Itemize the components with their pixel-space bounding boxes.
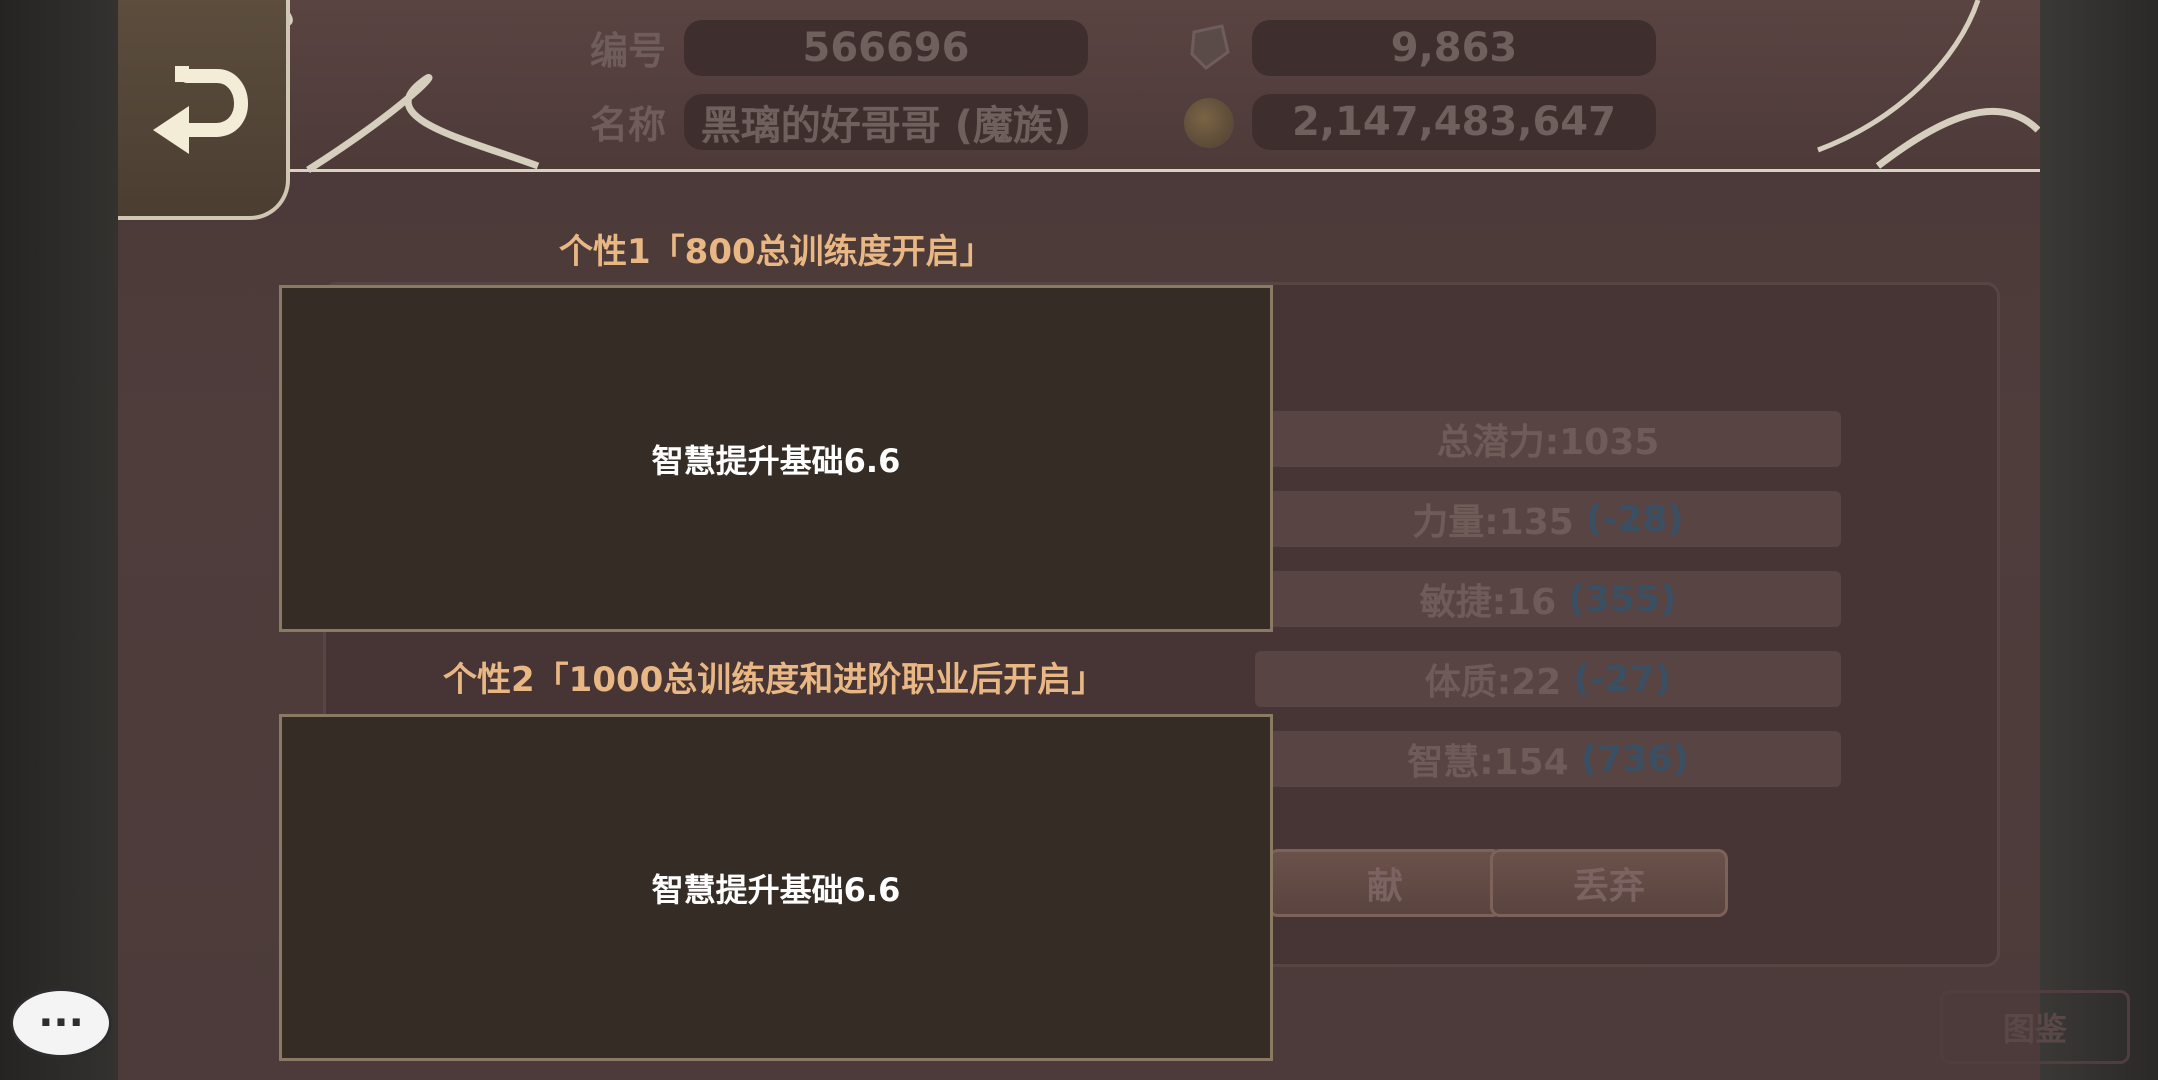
trait-2-text: 智慧提升基础6.6 bbox=[651, 870, 901, 909]
back-arrow-icon bbox=[153, 66, 248, 154]
donate-button[interactable]: 献 bbox=[1268, 849, 1502, 917]
trait-2-title: 个性2「1000总训练度和进阶职业后开启」 bbox=[443, 660, 1106, 700]
chat-bubble-icon[interactable]: ··· bbox=[10, 988, 112, 1058]
stat-strength: 力量:135 (-28) bbox=[1255, 491, 1841, 547]
stat-wisdom: 智慧:154 (736) bbox=[1255, 731, 1841, 787]
trait-1-title: 个性1「800总训练度开启」 bbox=[559, 232, 994, 272]
chat-dots: ··· bbox=[38, 1000, 84, 1046]
gold-value: 2,147,483,647 bbox=[1252, 94, 1656, 150]
stat-agility: 敏捷:16 (355) bbox=[1255, 571, 1841, 627]
name-value: 黑璃的好哥哥 (魔族) bbox=[684, 94, 1088, 150]
stat-constitution: 体质:22 (-27) bbox=[1255, 651, 1841, 707]
trait-2-box: 智慧提升基础6.6 bbox=[279, 714, 1273, 1061]
id-label: 编号 bbox=[590, 29, 667, 73]
trait-1-text: 智慧提升基础6.6 bbox=[651, 441, 901, 480]
codex-button[interactable]: 图鉴 bbox=[1940, 990, 2130, 1064]
background-right bbox=[2040, 0, 2158, 1080]
background-left bbox=[0, 0, 118, 1080]
gold-coin-icon bbox=[1184, 98, 1234, 148]
header-bar: 编号 566696 名称 黑璃的好哥哥 (魔族) 9,863 2,147,483… bbox=[118, 0, 2040, 173]
game-screen: 编号 566696 名称 黑璃的好哥哥 (魔族) 9,863 2,147,483… bbox=[0, 0, 2158, 1080]
stat-total-potential: 总潜力:1035 bbox=[1255, 411, 1841, 467]
gem-value: 9,863 bbox=[1252, 20, 1656, 76]
id-value: 566696 bbox=[684, 20, 1088, 76]
trait-1-box: 智慧提升基础6.6 bbox=[279, 285, 1273, 632]
name-label: 名称 bbox=[590, 103, 667, 147]
gem-icon bbox=[1184, 22, 1234, 72]
back-button[interactable] bbox=[118, 0, 290, 220]
discard-button[interactable]: 丢弃 bbox=[1490, 849, 1728, 917]
